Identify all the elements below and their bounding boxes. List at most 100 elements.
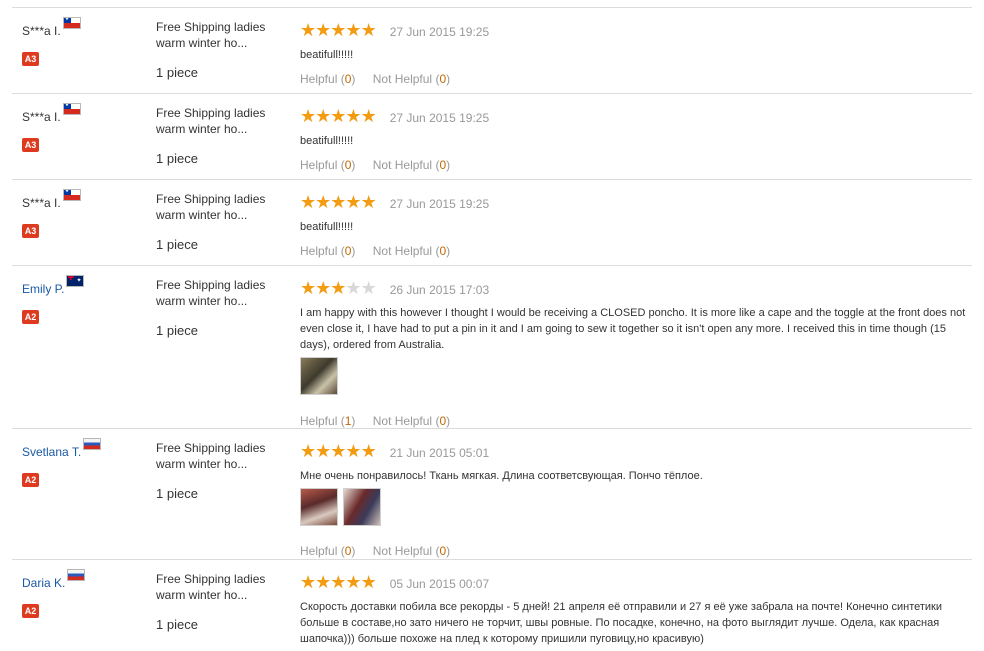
- buyer-info: Daria K. A2: [22, 569, 152, 618]
- product-info: Free Shipping ladies warm winter ho... 1…: [156, 277, 286, 338]
- star-filled-icon: ★: [330, 278, 346, 298]
- star-filled-icon: ★: [315, 441, 331, 461]
- product-info: Free Shipping ladies warm winter ho... 1…: [156, 191, 286, 252]
- not-helpful-label: Not Helpful: [372, 414, 433, 428]
- not-helpful-button[interactable]: Not Helpful (0): [373, 244, 450, 258]
- star-filled-icon: ★: [315, 20, 331, 40]
- helpful-button[interactable]: Helpful (1): [300, 414, 355, 428]
- product-info: Free Shipping ladies warm winter ho... 1…: [156, 440, 286, 501]
- star-filled-icon: ★: [345, 106, 361, 126]
- chile-flag-icon: [62, 17, 81, 29]
- review-text: beatifull!!!!!: [300, 135, 354, 147]
- review-text: beatifull!!!!!: [300, 221, 354, 233]
- not-helpful-count: 0: [439, 158, 447, 172]
- not-helpful-button[interactable]: Not Helpful (0): [373, 544, 450, 558]
- star-filled-icon: ★: [345, 192, 361, 212]
- review-photos: [300, 488, 972, 528]
- not-helpful-count: 0: [439, 414, 447, 428]
- star-rating: ★★★★★: [300, 278, 377, 299]
- product-quantity: 1 piece: [156, 151, 198, 166]
- product-info: Free Shipping ladies warm winter ho... 1…: [156, 571, 286, 632]
- not-helpful-button[interactable]: Not Helpful (0): [373, 158, 450, 172]
- helpful-label: Helpful: [300, 414, 338, 428]
- product-quantity: 1 piece: [156, 486, 198, 501]
- helpfulness-votes: Helpful (1) Not Helpful (0): [300, 414, 972, 428]
- buyer-name-link[interactable]: Daria K.: [22, 576, 65, 590]
- buyer-level-badge: A3: [22, 224, 39, 238]
- helpful-button[interactable]: Helpful (0): [300, 244, 355, 258]
- review: ★★★★★ 27 Jun 2015 19:25 beatifull!!!!! He…: [300, 106, 972, 172]
- star-filled-icon: ★: [300, 441, 316, 461]
- russia-flag-icon: [83, 438, 102, 450]
- feedback-row: S***a I. A3 Free Shipping ladies warm wi…: [12, 179, 972, 266]
- product-info: Free Shipping ladies warm winter ho... 1…: [156, 19, 286, 80]
- star-rating: ★★★★★: [300, 192, 377, 213]
- review-text: I am happy with this however I thought I…: [300, 307, 966, 351]
- star-filled-icon: ★: [345, 572, 361, 592]
- buyer-name: S***a I.: [22, 23, 61, 38]
- helpfulness-votes: Helpful (0) Not Helpful (0): [300, 544, 972, 558]
- star-filled-icon: ★: [330, 106, 346, 126]
- product-name: Free Shipping ladies warm winter ho...: [156, 441, 266, 471]
- helpful-button[interactable]: Helpful (0): [300, 158, 355, 172]
- feedback-row: S***a I. A3 Free Shipping ladies warm wi…: [12, 7, 972, 94]
- product-name: Free Shipping ladies warm winter ho...: [156, 106, 266, 136]
- review-photo-thumbnail[interactable]: [300, 488, 338, 526]
- helpful-button[interactable]: Helpful (0): [300, 544, 355, 558]
- helpful-button[interactable]: Helpful (0): [300, 72, 355, 86]
- star-filled-icon: ★: [330, 20, 346, 40]
- not-helpful-label: Not Helpful: [372, 72, 433, 86]
- feedback-row: S***a I. A3 Free Shipping ladies warm wi…: [12, 93, 972, 180]
- buyer-name-link[interactable]: Emily P.: [22, 282, 64, 296]
- buyer-level-badge: A2: [22, 473, 39, 487]
- star-filled-icon: ★: [330, 192, 346, 212]
- review: ★★★★★ 05 Jun 2015 00:07 Скорость доставки…: [300, 572, 972, 647]
- review-text: Скорость доставки побила все рекорды - 5…: [300, 601, 943, 645]
- buyer-level-badge: A3: [22, 52, 39, 66]
- product-name: Free Shipping ladies warm winter ho...: [156, 572, 266, 602]
- review-date: 27 Jun 2015 19:25: [389, 24, 490, 39]
- buyer-level-badge: A2: [22, 604, 39, 618]
- chile-flag-icon: [62, 189, 81, 201]
- review-date: 05 Jun 2015 00:07: [389, 576, 490, 591]
- buyer-level-badge: A3: [22, 138, 39, 152]
- not-helpful-button[interactable]: Not Helpful (0): [373, 72, 450, 86]
- review-date: 27 Jun 2015 19:25: [389, 110, 490, 125]
- star-filled-icon: ★: [315, 106, 331, 126]
- review-date: 21 Jun 2015 05:01: [389, 445, 490, 460]
- review-photo-thumbnail[interactable]: [343, 488, 381, 526]
- buyer-level-badge: A2: [22, 310, 39, 324]
- star-filled-icon: ★: [360, 106, 377, 126]
- helpful-count: 0: [344, 158, 352, 172]
- buyer-info: S***a I. A3: [22, 103, 152, 152]
- review-photo-thumbnail[interactable]: [300, 357, 338, 395]
- helpful-count: 0: [344, 544, 352, 558]
- helpful-count: 0: [344, 244, 352, 258]
- review-date: 26 Jun 2015 17:03: [389, 282, 490, 297]
- helpful-label: Helpful: [300, 72, 338, 86]
- helpful-label: Helpful: [300, 544, 338, 558]
- feedback-row: Emily P. A2 Free Shipping ladies warm wi…: [12, 265, 972, 429]
- star-filled-icon: ★: [330, 572, 346, 592]
- product-quantity: 1 piece: [156, 237, 198, 252]
- star-filled-icon: ★: [360, 572, 377, 592]
- not-helpful-button[interactable]: Not Helpful (0): [373, 414, 450, 428]
- star-filled-icon: ★: [300, 278, 316, 298]
- star-empty-icon: ★: [360, 278, 377, 298]
- star-filled-icon: ★: [360, 20, 377, 40]
- review: ★★★★★ 21 Jun 2015 05:01 Мне очень понрави…: [300, 441, 972, 558]
- review-photos: [300, 357, 972, 397]
- not-helpful-count: 0: [439, 72, 447, 86]
- product-info: Free Shipping ladies warm winter ho... 1…: [156, 105, 286, 166]
- star-filled-icon: ★: [360, 441, 377, 461]
- star-filled-icon: ★: [300, 572, 316, 592]
- review: ★★★★★ 27 Jun 2015 19:25 beatifull!!!!! He…: [300, 20, 972, 86]
- star-filled-icon: ★: [315, 278, 331, 298]
- buyer-name-link[interactable]: Svetlana T.: [22, 445, 81, 459]
- product-quantity: 1 piece: [156, 65, 198, 80]
- product-quantity: 1 piece: [156, 323, 198, 338]
- not-helpful-label: Not Helpful: [372, 158, 433, 172]
- buyer-info: Emily P. A2: [22, 275, 152, 324]
- product-name: Free Shipping ladies warm winter ho...: [156, 192, 266, 222]
- star-filled-icon: ★: [330, 441, 346, 461]
